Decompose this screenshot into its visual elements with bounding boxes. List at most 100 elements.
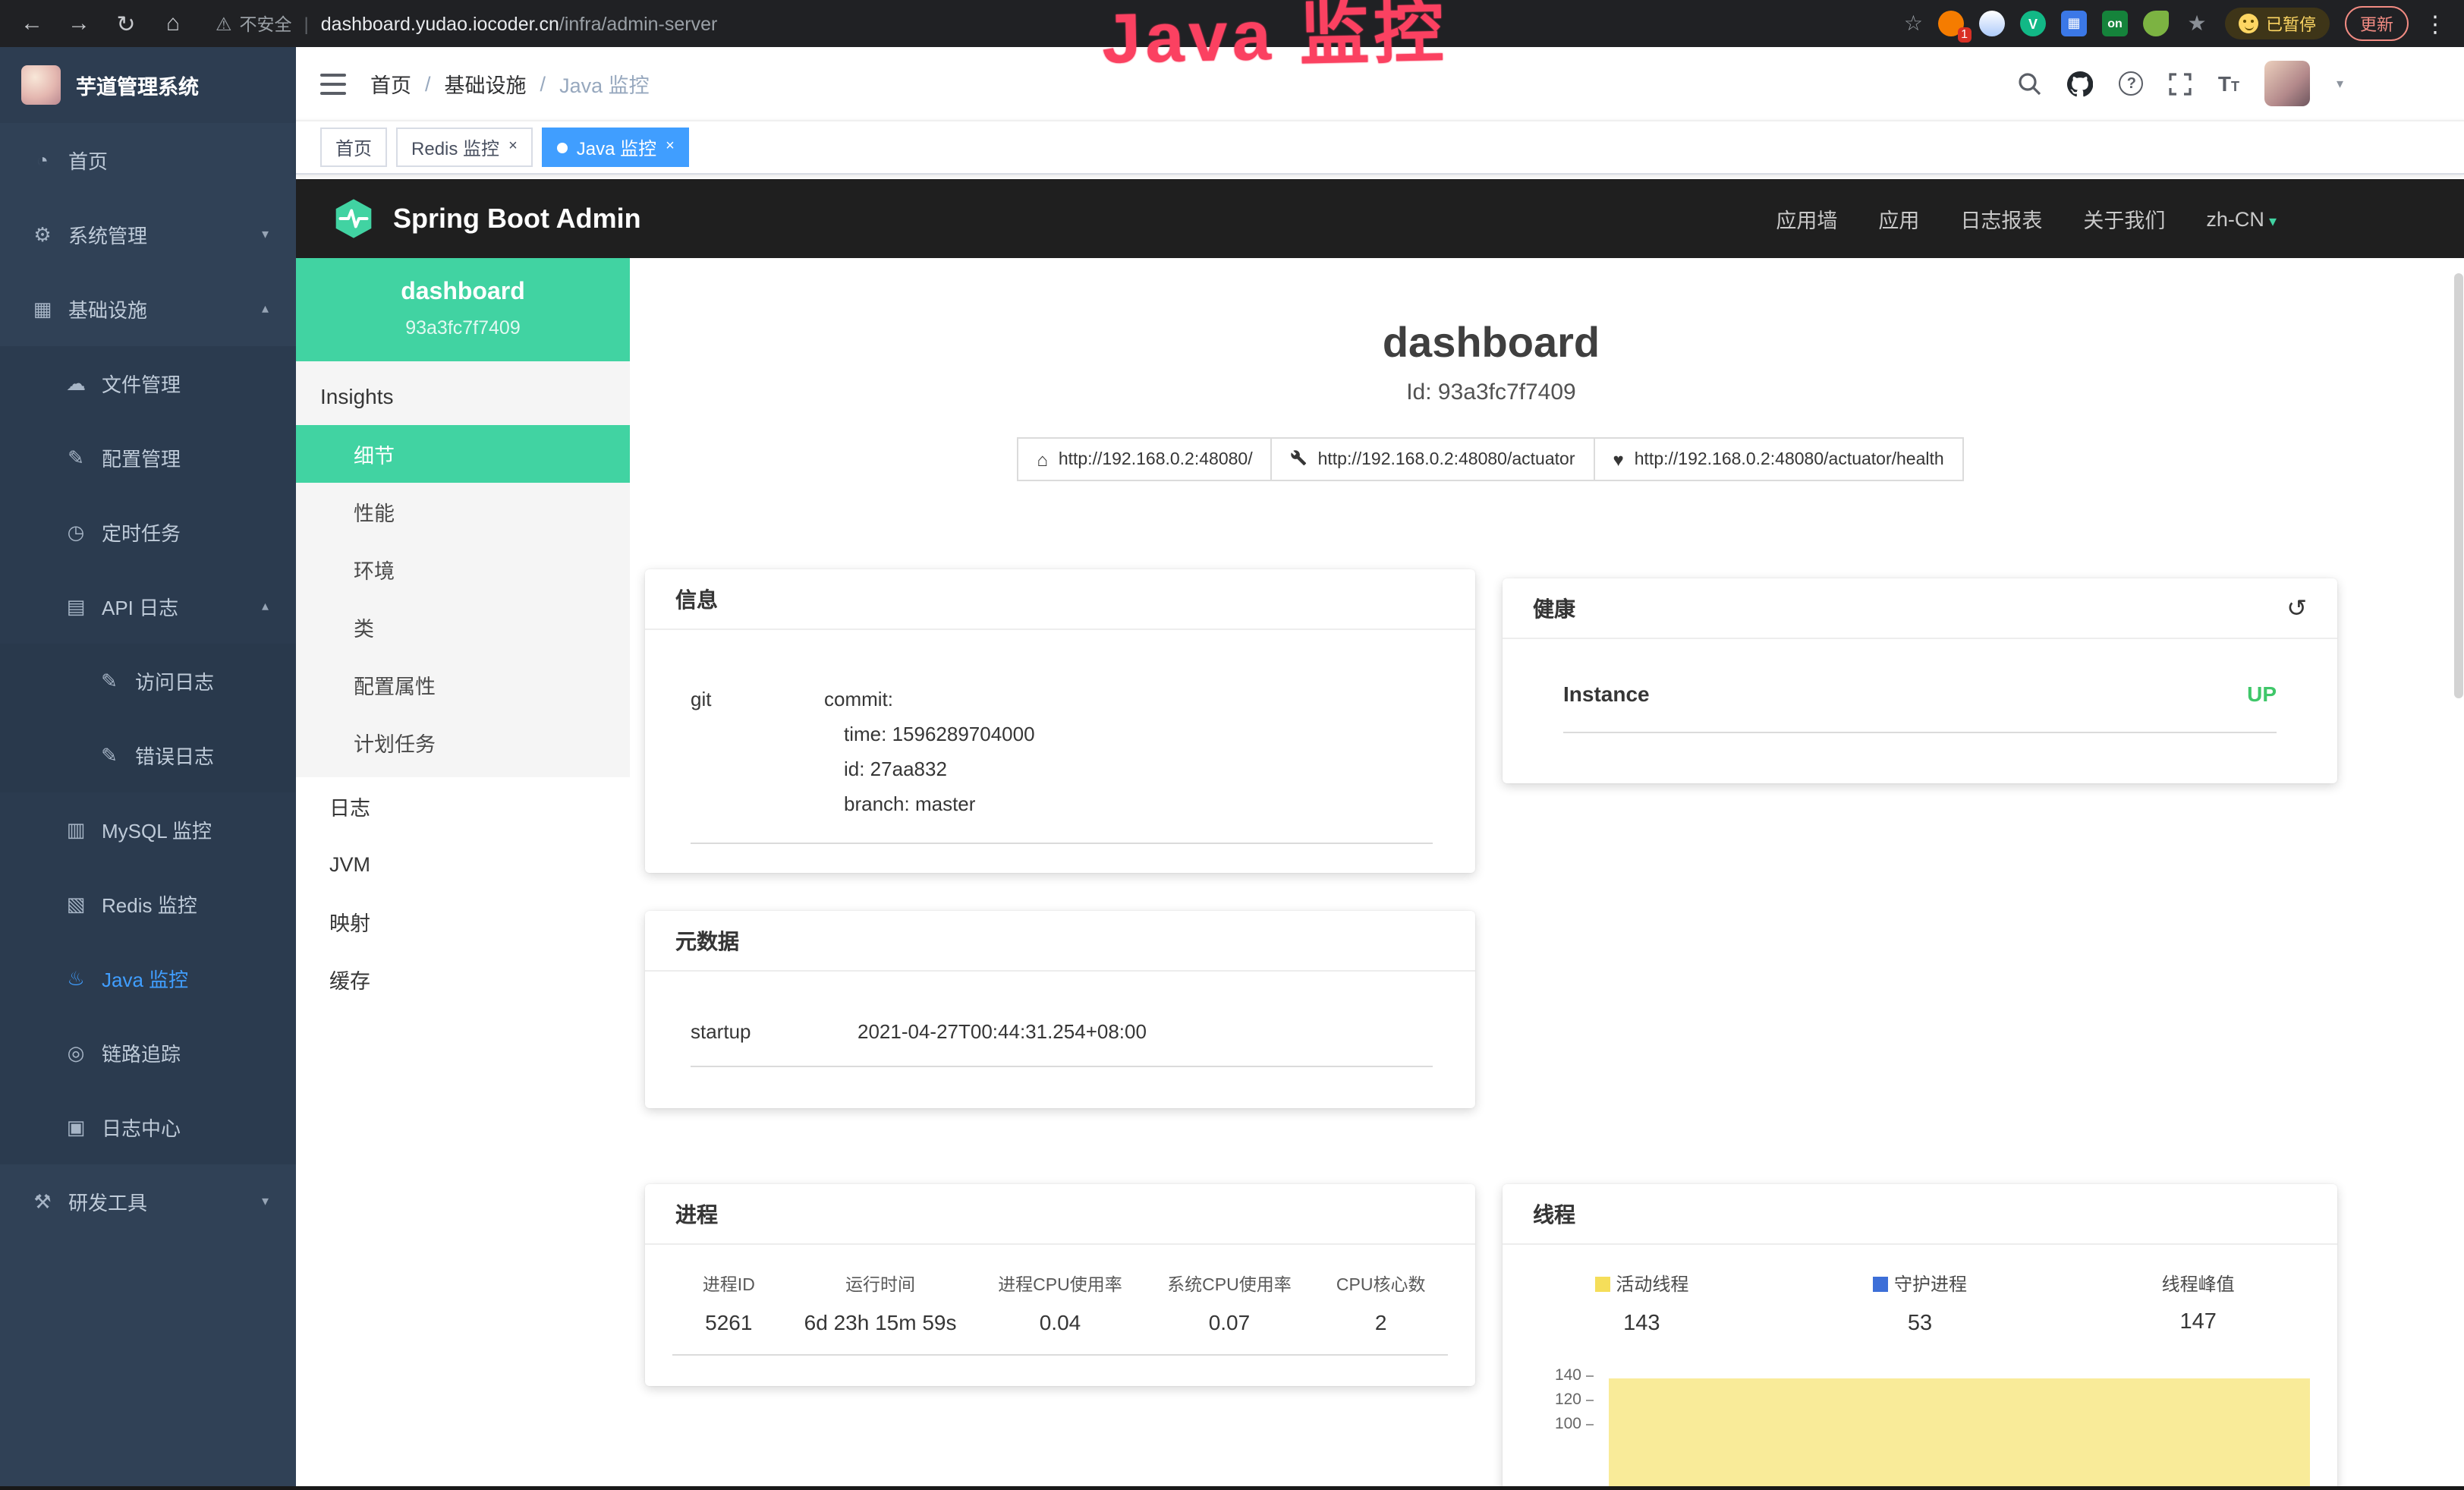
home-icon[interactable]: ⌂ [159,11,187,36]
bookmark-star-icon[interactable]: ☆ [1904,11,1923,36]
service-url-link[interactable]: ⌂ http://192.168.0.2:48080/ [1017,437,1272,481]
sidebar-item-tracing[interactable]: ◎ 链路追踪 [0,1016,296,1090]
sba-menu-metrics[interactable]: 性能 [296,483,630,540]
extension-on-icon[interactable]: on [2102,11,2128,36]
sba-menu-classes[interactable]: 类 [296,598,630,656]
help-icon[interactable]: ? [2119,71,2144,96]
startup-value: 2021-04-27T00:44:31.254+08:00 [858,1020,1147,1043]
sidebar-item-access-logs[interactable]: ✎ 访问日志 [0,644,296,718]
health-instance-row[interactable]: Instance UP [1563,682,2277,733]
legend-peak-threads: 线程峰值 147 [2059,1271,2337,1335]
sba-menu-mappings[interactable]: 映射 [296,893,630,950]
sidebar-item-api-logs[interactable]: ▤ API 日志 ▴ [0,569,296,644]
sba-menu-environment[interactable]: 环境 [296,540,630,598]
sidebar-item-log-center[interactable]: ▣ 日志中心 [0,1090,296,1164]
app-logo[interactable]: 芋道管理系统 [0,47,296,123]
tab-redis-monitor[interactable]: Redis 监控 × [396,128,533,167]
sidebar-item-redis-monitor[interactable]: ▧ Redis 监控 [0,867,296,941]
tab-java-monitor[interactable]: Java 监控 × [542,128,690,167]
sba-menu-caches[interactable]: 缓存 [296,950,630,1008]
instance-id-line: Id: 93a3fc7f7409 [630,380,2352,405]
address-bar[interactable]: ⚠ 不安全 | dashboard.yudao.iocoder.cn/infra… [216,11,717,36]
omnibox-divider: | [304,13,309,34]
breadcrumb-infrastructure[interactable]: 基础设施 [445,68,527,99]
avatar-caret-icon[interactable]: ▾ [2337,75,2343,92]
sba-nav-journal[interactable]: 日志报表 [1960,203,2042,234]
avatar[interactable] [2265,61,2311,106]
extension-v-icon[interactable]: V [2020,11,2046,36]
instance-label: Instance [1563,682,1650,706]
hamburger-icon[interactable] [320,72,346,95]
breadcrumb-home[interactable]: 首页 [370,68,411,99]
sidebar-item-label: 基础设施 [68,295,147,323]
sidebar-item-home[interactable]: ◔ 首页 [0,123,296,197]
browser-menu-icon[interactable]: ⋮ [2424,10,2447,37]
y-tick-label: 120 [1530,1391,1581,1409]
threads-card-title: 线程 [1503,1184,2337,1245]
close-icon[interactable]: × [508,140,518,155]
chevron-down-icon: ▾ [262,1193,269,1210]
sba-nav-applications[interactable]: 应用 [1878,203,1919,234]
sba-nav-language[interactable]: zh-CN▾ [2206,207,2277,230]
chevron-down-icon: ▾ [2269,213,2277,230]
extension-grid-icon[interactable]: ▦ [2061,11,2087,36]
paused-badge[interactable]: 已暂停 [2225,8,2330,39]
breadcrumb-separator: / [540,72,546,95]
font-size-icon[interactable]: TT [2218,71,2239,96]
back-icon[interactable]: ← [18,11,46,36]
reload-icon[interactable]: ↻ [112,10,140,37]
url-text[interactable]: dashboard.yudao.iocoder.cn/infra/admin-s… [321,13,718,34]
sba-logo-icon[interactable] [332,197,375,240]
col-value: 2 [1314,1310,1448,1334]
sidebar-item-config-management[interactable]: ✎ 配置管理 [0,421,296,495]
sba-nav-wallboard[interactable]: 应用墙 [1776,203,1837,234]
update-button[interactable]: 更新 [2345,6,2409,41]
security-indicator[interactable]: ⚠ 不安全 [216,11,292,36]
forward-icon[interactable]: → [65,11,93,36]
link-label: http://192.168.0.2:48080/actuator [1318,450,1575,468]
sba-nav-about[interactable]: 关于我们 [2083,203,2165,234]
extension-leaf-icon[interactable] [2143,11,2169,36]
sidebar-menu: ◔ 首页 ⚙ 系统管理 ▾ ▦ 基础设施 ▴ ☁ 文件管理 [0,123,296,1490]
sba-brand-title[interactable]: Spring Boot Admin [393,203,641,235]
dashboard-icon: ◔ [30,149,55,172]
sba-menu-details[interactable]: 细节 [296,425,630,483]
col-header: 进程ID [672,1272,785,1296]
tab-home[interactable]: 首页 [320,128,387,167]
legend-value: 147 [2059,1310,2337,1334]
actuator-url-link[interactable]: http://192.168.0.2:48080/actuator [1271,437,1595,481]
link-label: http://192.168.0.2:48080/ [1059,450,1253,468]
search-icon[interactable] [2018,71,2042,96]
fullscreen-icon[interactable] [2170,72,2192,95]
info-card-title: 信息 [645,569,1475,630]
col-value: 6d 23h 15m 59s [785,1310,976,1334]
sidebar-item-system[interactable]: ⚙ 系统管理 ▾ [0,197,296,272]
sidebar-item-label: 配置管理 [102,443,181,472]
java-icon: ♨ [64,966,88,991]
extension-drop-icon[interactable] [1979,11,2005,36]
health-url-link[interactable]: ♥ http://192.168.0.2:48080/actuator/heal… [1594,437,1964,481]
tab-label: 首页 [335,134,372,160]
sba-menu-jvm[interactable]: JVM [296,835,630,893]
extension-lion-icon[interactable]: 1 [1938,11,1964,36]
sidebar-item-file-management[interactable]: ☁ 文件管理 [0,346,296,421]
sidebar-item-scheduled-jobs[interactable]: ◷ 定时任务 [0,495,296,569]
breadcrumb: 首页 / 基础设施 / Java 监控 [370,68,650,99]
history-icon[interactable]: ↺ [2286,593,2307,623]
sidebar-item-error-logs[interactable]: ✎ 错误日志 [0,718,296,792]
sba-menu-logs[interactable]: 日志 [296,777,630,835]
sidebar-item-label: MySQL 监控 [102,815,212,844]
sba-menu-config-props[interactable]: 配置属性 [296,656,630,713]
sidebar-item-mysql-monitor[interactable]: ▥ MySQL 监控 [0,792,296,867]
timer-icon: ◷ [64,520,88,544]
sba-menu-scheduled-tasks[interactable]: 计划任务 [296,713,630,771]
extension-badge: 1 [1957,27,1972,43]
sidebar-item-infrastructure[interactable]: ▦ 基础设施 ▴ [0,272,296,346]
extension-pin-icon[interactable]: ★ [2184,11,2210,36]
close-icon[interactable]: × [666,140,675,155]
instance-header[interactable]: dashboard 93a3fc7f7409 [296,258,630,361]
page-scrollbar[interactable] [2454,273,2463,698]
github-icon[interactable] [2068,71,2094,96]
sidebar-item-java-monitor[interactable]: ♨ Java 监控 [0,941,296,1016]
sidebar-item-dev-tools[interactable]: ⚒ 研发工具 ▾ [0,1164,296,1239]
